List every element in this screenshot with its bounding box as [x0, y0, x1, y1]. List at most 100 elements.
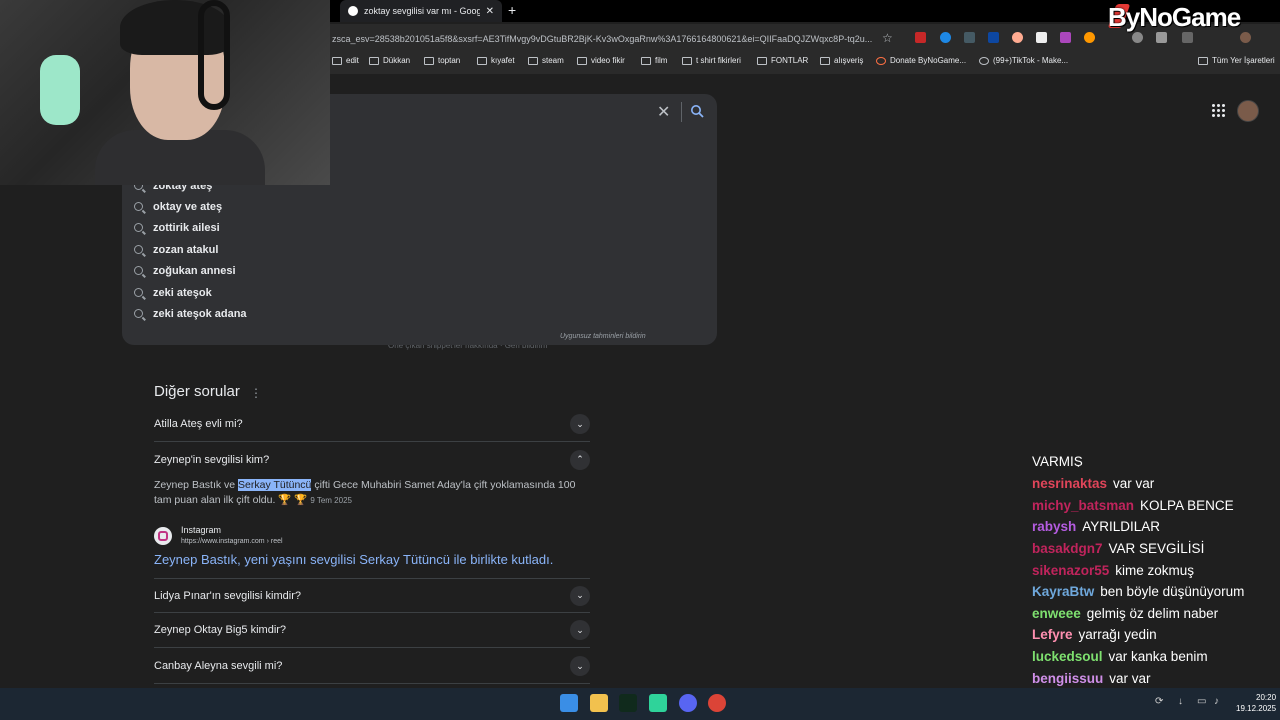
extension-icon[interactable] [1060, 32, 1071, 43]
bookmark-alisveris[interactable]: alışveriş [820, 56, 863, 65]
paa-question-expanded[interactable]: Zeynep'in sevgilisi kim? ⌃ [154, 442, 590, 477]
chat-username: nesrinaktas [1032, 476, 1108, 492]
chat-text: kime zokmuş [1115, 562, 1195, 578]
chat-message: KayraBtw ben böyle düşünüyorum [1032, 581, 1244, 603]
chat-text: gelmiş öz delim naber [1086, 605, 1219, 621]
extension-icon[interactable] [1084, 32, 1095, 43]
chat-username: michy_batsman [1032, 497, 1135, 513]
bookmark-film[interactable]: film [641, 56, 667, 65]
display-icon[interactable]: ▭ [1197, 696, 1206, 707]
extension-icon[interactable] [1012, 32, 1023, 43]
volume-icon[interactable]: ♪ [1214, 696, 1219, 707]
tiktok-icon [979, 56, 989, 65]
search-icon [134, 223, 143, 232]
bookmark-toptan[interactable]: toptan [424, 56, 460, 65]
bookmark-t-shirt[interactable]: t shirt fikirleri [682, 56, 741, 65]
windows-start-icon[interactable] [560, 694, 578, 712]
suggestion-item[interactable]: zoğukan annesi [134, 260, 236, 281]
bookmark-steam[interactable]: steam [528, 56, 564, 65]
microphone [40, 55, 80, 125]
folder-icon [528, 56, 538, 65]
chat-text: ben böyle düşünüyorum [1100, 584, 1245, 600]
address-bar-url[interactable]: zsca_esv=28538b201051a5f8&sxsrf=AE3TifMv… [332, 30, 878, 48]
suggestion-item[interactable]: zeki ateşok adana [134, 303, 247, 324]
taskbar [0, 688, 1280, 720]
chevron-up-icon: ⌃ [570, 449, 590, 470]
extension-icon[interactable] [964, 32, 975, 43]
folder-icon [332, 56, 342, 65]
suggestion-item[interactable]: zeki ateşok [134, 282, 212, 303]
paa-question[interactable]: Zeynep Oktay Big5 kimdir? ⌄ [154, 613, 590, 648]
chat-message: nesrinaktas var var [1032, 473, 1154, 495]
chat-text: yarrağı yedin [1078, 627, 1157, 643]
bookmark-star-icon[interactable]: ☆ [882, 31, 893, 45]
search-icon[interactable] [690, 104, 704, 123]
headphones [198, 0, 230, 110]
chrome-icon[interactable] [708, 694, 726, 712]
paa-question[interactable]: Canbay Aleyna sevgili mi? ⌄ [154, 649, 590, 684]
chevron-down-icon: ⌄ [570, 585, 590, 606]
chat-username: rabysh [1032, 519, 1077, 535]
chat-message: rabysh AYRILDILAR [1032, 516, 1160, 538]
paa-question[interactable]: Atilla Ateş evli mi? ⌄ [154, 407, 590, 442]
bookmark-all[interactable]: Tüm Yer İşaretleri [1198, 56, 1275, 65]
folder-icon [641, 56, 651, 65]
extension-icon[interactable] [1036, 32, 1047, 43]
suggestion-item[interactable]: oktay ve ateş [134, 196, 222, 217]
arrow-icon[interactable]: ↓ [1178, 696, 1183, 707]
account-avatar[interactable] [1237, 100, 1259, 122]
chat-text: VAR SEVGİLİSİ [1108, 541, 1205, 557]
source-name[interactable]: Instagram [181, 525, 221, 535]
discord-icon[interactable] [679, 694, 697, 712]
suggestion-item[interactable]: zozan atakul [134, 239, 218, 260]
tab-active[interactable]: zoktay sevgilisi var mı - Google ✕ [340, 0, 502, 22]
bookmark-video-fikir[interactable]: video fikir [577, 56, 625, 65]
tab-close-icon[interactable]: ✕ [486, 6, 494, 17]
taskbar-clock[interactable]: 20:20 19.12.2025 [1236, 692, 1276, 714]
extensions-puzzle-icon[interactable] [1156, 32, 1167, 43]
source-url[interactable]: https://www.instagram.com › reel [181, 538, 283, 545]
bookmark-fontlar[interactable]: FONTLAR [757, 56, 808, 65]
bookmark-donate[interactable]: Donate ByNoGame... [876, 56, 966, 65]
search-icon [134, 309, 143, 318]
new-tab-button[interactable]: + [508, 2, 516, 18]
chevron-down-icon: ⌄ [570, 620, 590, 640]
folder-icon [757, 56, 767, 65]
folder-icon [477, 56, 487, 65]
chat-message: Lefyre yarrağı yedin [1032, 624, 1157, 646]
adblock-extension-icon[interactable] [915, 32, 926, 43]
extension-icon[interactable] [940, 32, 951, 43]
folder-icon [424, 56, 434, 65]
bookmark-tiktok[interactable]: (99+)TikTok - Make... [979, 56, 1068, 65]
search-icon [134, 288, 143, 297]
app-icon[interactable] [649, 694, 667, 712]
more-options-icon[interactable]: ⋮ [250, 386, 262, 400]
chat-message: michy_batsman KOLPA BENCE [1032, 495, 1234, 517]
report-predictions-link[interactable]: Uygunsuz tahminleri bildirin [560, 333, 646, 340]
chat-username: luckedsoul [1032, 649, 1103, 665]
extension-icon[interactable] [988, 32, 999, 43]
profile-avatar[interactable] [1240, 32, 1251, 43]
bookmark-kiyafet[interactable]: kıyafet [477, 56, 515, 65]
terminal-icon[interactable] [619, 694, 637, 712]
folder-icon [820, 56, 830, 65]
paa-question[interactable]: Lidya Pınar'ın sevgilisi kimdir? ⌄ [154, 578, 590, 613]
chat-message: enweee gelmiş öz delim naber [1032, 603, 1218, 625]
sidepanel-icon[interactable] [1182, 32, 1193, 43]
chat-text: var kanka benim [1108, 649, 1208, 665]
chat-line-partial: VARMIŞ [1032, 455, 1083, 467]
extension-icon[interactable] [1132, 32, 1143, 43]
network-icon[interactable]: ⟳ [1155, 696, 1163, 707]
bookmark-edit[interactable]: edit [332, 56, 359, 65]
google-apps-icon[interactable] [1212, 104, 1225, 117]
chat-text: var var [1109, 670, 1151, 686]
chat-username: sikenazor55 [1032, 562, 1110, 578]
suggestion-item[interactable]: zottirik ailesi [134, 217, 220, 238]
file-explorer-icon[interactable] [590, 694, 608, 712]
source-link[interactable]: Zeynep Bastık, yeni yaşını sevgilisi Ser… [154, 552, 553, 567]
clear-search-icon[interactable]: ✕ [657, 102, 670, 122]
bookmark-dukkan[interactable]: Dükkan [369, 56, 410, 65]
chat-message: sikenazor55 kime zokmuş [1032, 559, 1194, 581]
tab-title: zoktay sevgilisi var mı - Google [364, 6, 480, 16]
folder-icon [369, 56, 379, 65]
